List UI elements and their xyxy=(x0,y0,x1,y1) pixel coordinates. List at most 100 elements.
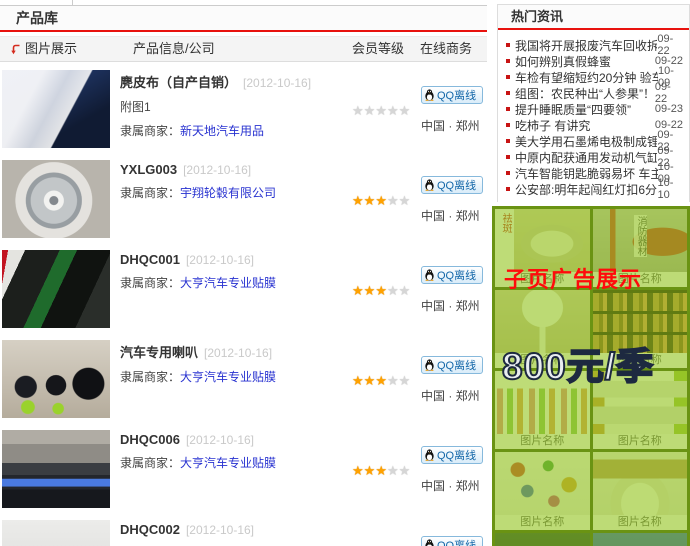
vendor-label: 隶属商家： xyxy=(120,276,180,290)
company-link[interactable]: 大亨汽车专业贴膜 xyxy=(180,370,276,384)
news-text: 我国将开展报废汽车回收拆解 xyxy=(515,37,657,54)
ad-image xyxy=(495,533,590,546)
vendor-label: 隶属商家： xyxy=(120,456,180,470)
hot-news-panel: 热门资讯 我国将开展报废汽车回收拆解09-22 如何辨别真假蜂蜜09-22 车检… xyxy=(497,4,690,202)
company-link[interactable]: 新天地汽车用品 xyxy=(180,124,264,138)
star-rating: ★★★★★ xyxy=(352,194,410,207)
product-row: DHQC002[2012-10-16] 隶属商家：大亨汽车专业贴膜 ★★★★★ … xyxy=(0,518,487,546)
news-item[interactable]: 我国将开展报废汽车回收拆解09-22 xyxy=(506,37,683,53)
product-image[interactable] xyxy=(2,340,110,418)
qq-penguin-icon xyxy=(424,269,435,281)
company-link[interactable]: 大亨汽车专业贴膜 xyxy=(180,276,276,290)
bullet-icon xyxy=(506,59,510,63)
column-header-image-label: 图片展示 xyxy=(25,37,77,61)
qq-button-label: QQ离线 xyxy=(437,267,476,283)
qq-penguin-icon xyxy=(424,539,435,546)
qq-chat-button[interactable]: QQ离线 xyxy=(421,86,483,104)
news-text: 如何辨别真假蜂蜜 xyxy=(515,53,611,70)
ad-caption: 图片名称 xyxy=(495,515,590,530)
bullet-icon xyxy=(506,123,510,127)
star-icon: ★ xyxy=(352,284,364,297)
company-location: 中国 · 郑州 xyxy=(421,117,487,134)
ad-cell xyxy=(495,533,590,546)
star-rating: ★★★★★ xyxy=(352,464,410,477)
product-title[interactable]: DHQC002 xyxy=(120,522,180,537)
top-divider xyxy=(0,0,487,6)
ad-image xyxy=(495,452,590,515)
product-info: YXLG003[2012-10-16] 隶属商家：宇翔轮毂有限公司 xyxy=(120,162,348,201)
star-icon: ★ xyxy=(387,194,399,207)
online-biz: QQ离线 中国 · 郑州 xyxy=(421,86,487,134)
product-row: DHQC001[2012-10-16] 隶属商家：大亨汽车专业贴膜 ★★★★★ … xyxy=(0,248,487,338)
news-text: 提升睡眠质量“四要领” xyxy=(515,101,631,118)
news-list: 我国将开展报废汽车回收拆解09-22 如何辨别真假蜂蜜09-22 车检有望缩短约… xyxy=(498,30,689,202)
news-item[interactable]: 汽车智能钥匙脆弱易坏 车主需10-09 xyxy=(506,165,683,181)
product-row: YXLG003[2012-10-16] 隶属商家：宇翔轮毂有限公司 ★★★★★ … xyxy=(0,158,487,248)
news-item[interactable]: 中原内配获通用发动机气缸套09-22 xyxy=(506,149,683,165)
qq-chat-button[interactable]: QQ离线 xyxy=(421,356,483,374)
news-item[interactable]: 组图：农民种出“人参果”！09-22 xyxy=(506,85,683,101)
qq-penguin-icon xyxy=(424,179,435,191)
ad-caption: 图片名称 xyxy=(593,515,688,530)
qq-button-label: QQ离线 xyxy=(437,447,476,463)
product-image[interactable] xyxy=(2,70,110,148)
ad-banner[interactable]: 祛斑 图片名称 消防器材 图片名称 图片名称 图片名称 图片名称 xyxy=(492,206,690,546)
qq-chat-button[interactable]: QQ离线 xyxy=(421,446,483,464)
online-biz: QQ离线 中国 · 郑州 xyxy=(421,356,487,404)
product-row: 麂皮布（自产自销）[2012-10-16] 附图1 隶属商家：新天地汽车用品 ★… xyxy=(0,68,487,158)
star-icon: ★ xyxy=(387,284,399,297)
product-date: [2012-10-16] xyxy=(186,523,254,537)
column-header-info: 产品信息/公司 xyxy=(133,37,215,61)
star-icon: ★ xyxy=(364,104,376,117)
qq-penguin-icon xyxy=(424,449,435,461)
column-header-biz: 在线商务 xyxy=(420,37,472,61)
star-icon: ★ xyxy=(375,194,387,207)
product-image[interactable] xyxy=(2,250,110,328)
product-title[interactable]: DHQC001 xyxy=(120,252,180,267)
qq-button-label: QQ离线 xyxy=(437,537,476,546)
news-item[interactable]: 提升睡眠质量“四要领” 09-23 xyxy=(506,101,683,117)
star-icon: ★ xyxy=(399,464,411,477)
star-icon: ★ xyxy=(387,374,399,387)
product-image[interactable] xyxy=(2,520,110,546)
product-title[interactable]: YXLG003 xyxy=(120,162,177,177)
star-icon: ★ xyxy=(399,284,411,297)
news-item[interactable]: 如何辨别真假蜂蜜09-22 xyxy=(506,53,683,69)
product-image[interactable] xyxy=(2,160,110,238)
star-icon: ★ xyxy=(352,194,364,207)
ad-photo-text: 祛斑 xyxy=(499,212,512,234)
star-icon: ★ xyxy=(399,104,411,117)
news-date: 09-23 xyxy=(655,103,683,115)
product-title[interactable]: DHQC006 xyxy=(120,432,180,447)
star-icon: ★ xyxy=(375,464,387,477)
qq-chat-button[interactable]: QQ离线 xyxy=(421,536,483,546)
star-icon: ★ xyxy=(352,464,364,477)
star-icon: ★ xyxy=(399,374,411,387)
divider-tick xyxy=(72,0,73,5)
news-date: 09-22 xyxy=(655,81,683,105)
company-link[interactable]: 大亨汽车专业贴膜 xyxy=(180,456,276,470)
product-date: [2012-10-16] xyxy=(186,433,254,447)
news-text: 中原内配获通用发动机气缸套 xyxy=(515,149,657,166)
qq-chat-button[interactable]: QQ离线 xyxy=(421,266,483,284)
news-text: 吃柿子 有讲究 xyxy=(515,117,590,134)
product-title[interactable]: 汽车专用喇叭 xyxy=(120,345,198,360)
hot-news-header: 热门资讯 xyxy=(498,5,689,30)
product-image[interactable] xyxy=(2,430,110,508)
qq-chat-button[interactable]: QQ离线 xyxy=(421,176,483,194)
vendor-label: 隶属商家： xyxy=(120,186,180,200)
column-header-image: 图片展示 xyxy=(10,37,77,61)
product-title[interactable]: 麂皮布（自产自销） xyxy=(120,75,237,90)
online-biz: QQ离线 中国 · 郑州 xyxy=(421,536,487,546)
bullet-icon xyxy=(506,139,510,143)
company-location: 中国 · 郑州 xyxy=(421,477,487,494)
vendor-label: 隶属商家： xyxy=(120,370,180,384)
star-icon: ★ xyxy=(375,374,387,387)
product-library-panel: 产品库 图片展示 产品信息/公司 会员等级 在线商务 麂皮布（自产自销）[201… xyxy=(0,0,487,546)
news-item[interactable]: 公安部:明年起闯红灯扣6分 挡10-10 xyxy=(506,181,683,197)
star-icon: ★ xyxy=(399,194,411,207)
sidebar: 热门资讯 我国将开展报废汽车回收拆解09-22 如何辨别真假蜂蜜09-22 车检… xyxy=(492,4,690,546)
table-header: 图片展示 产品信息/公司 会员等级 在线商务 xyxy=(0,36,487,62)
news-text: 公安部:明年起闯红灯扣6分 挡 xyxy=(515,181,658,198)
company-link[interactable]: 宇翔轮毂有限公司 xyxy=(180,186,276,200)
